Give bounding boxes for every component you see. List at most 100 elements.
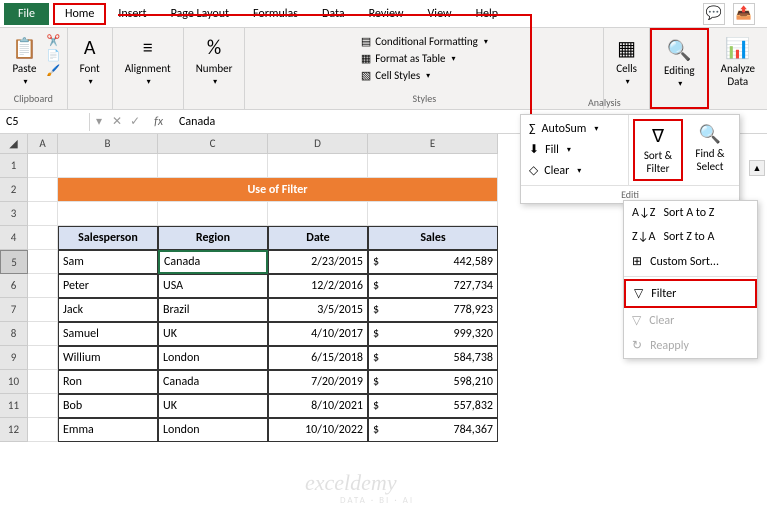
cell[interactable]	[28, 226, 58, 250]
col-header[interactable]: D	[268, 134, 368, 154]
table-cell[interactable]: Willium	[58, 346, 158, 370]
editing-button[interactable]: 🔍 Editing ▾	[658, 36, 701, 91]
share-icon[interactable]: 📤	[733, 3, 755, 25]
col-header[interactable]: C	[158, 134, 268, 154]
cell[interactable]	[28, 346, 58, 370]
alignment-button[interactable]: ≡ Alignment ▾	[119, 34, 177, 89]
table-cell[interactable]: 2/23/2015	[268, 250, 368, 274]
table-cell[interactable]: 6/15/2018	[268, 346, 368, 370]
table-cell[interactable]: Canada	[158, 370, 268, 394]
analyze-data-button[interactable]: 📊 Analyze Data	[715, 34, 761, 90]
row-header[interactable]: 5	[0, 250, 28, 274]
cell[interactable]	[368, 202, 498, 226]
custom-sort-item[interactable]: ⊞Custom Sort...	[624, 249, 757, 274]
table-cell[interactable]: UK	[158, 322, 268, 346]
cell[interactable]	[28, 418, 58, 442]
table-cell[interactable]: $598,210	[368, 370, 498, 394]
row-header[interactable]: 8	[0, 322, 28, 346]
cell[interactable]	[268, 202, 368, 226]
conditional-formatting-button[interactable]: ▤Conditional Formatting▾	[357, 34, 492, 49]
cancel-icon[interactable]: ✕	[108, 114, 126, 129]
formula-input[interactable]: Canada	[173, 113, 221, 131]
cells-button[interactable]: ▦ Cells ▾	[610, 34, 643, 89]
row-header[interactable]: 12	[0, 418, 28, 442]
table-cell[interactable]: 12/2/2016	[268, 274, 368, 298]
row-header[interactable]: 9	[0, 346, 28, 370]
find-select-button[interactable]: 🔍 Find & Select	[685, 119, 735, 181]
cell[interactable]	[28, 178, 58, 202]
row-header[interactable]: 11	[0, 394, 28, 418]
copy-icon[interactable]: 📄	[47, 49, 61, 62]
cut-icon[interactable]: ✂️	[47, 34, 61, 47]
table-cell[interactable]: $557,832	[368, 394, 498, 418]
table-cell[interactable]: $784,367	[368, 418, 498, 442]
table-header[interactable]: Salesperson	[58, 226, 158, 250]
table-cell[interactable]: Ron	[58, 370, 158, 394]
comments-icon[interactable]: 💬	[703, 3, 725, 25]
table-cell[interactable]: 3/5/2015	[268, 298, 368, 322]
row-header[interactable]: 10	[0, 370, 28, 394]
sort-filter-button[interactable]: ᐁ Sort & Filter	[633, 119, 683, 181]
table-cell[interactable]: Emma	[58, 418, 158, 442]
fx-icon[interactable]: fx	[144, 115, 173, 129]
row-header[interactable]: 2	[0, 178, 28, 202]
table-cell[interactable]: 10/10/2022	[268, 418, 368, 442]
table-cell[interactable]: USA	[158, 274, 268, 298]
format-as-table-button[interactable]: ▦Format as Table▾	[357, 51, 492, 66]
row-header[interactable]: 7	[0, 298, 28, 322]
cell[interactable]	[28, 394, 58, 418]
cell[interactable]	[28, 274, 58, 298]
select-all-corner[interactable]: ◢	[0, 134, 28, 154]
table-cell[interactable]: Samuel	[58, 322, 158, 346]
table-cell[interactable]: $584,738	[368, 346, 498, 370]
col-header[interactable]: B	[58, 134, 158, 154]
cell[interactable]	[268, 154, 368, 178]
selected-cell[interactable]: Canada	[158, 250, 268, 274]
col-header[interactable]: A	[28, 134, 58, 154]
cell[interactable]	[158, 202, 268, 226]
table-cell[interactable]: UK	[158, 394, 268, 418]
cell[interactable]	[28, 154, 58, 178]
file-tab[interactable]: File	[4, 3, 49, 25]
table-header[interactable]: Date	[268, 226, 368, 250]
cell[interactable]	[28, 298, 58, 322]
autosum-button[interactable]: ∑AutoSum▾	[525, 119, 624, 139]
table-cell[interactable]: $999,320	[368, 322, 498, 346]
col-header[interactable]: E	[368, 134, 498, 154]
cell[interactable]	[368, 154, 498, 178]
table-header[interactable]: Sales	[368, 226, 498, 250]
row-header[interactable]: 3	[0, 202, 28, 226]
cell[interactable]	[28, 202, 58, 226]
table-cell[interactable]: $778,923	[368, 298, 498, 322]
font-button[interactable]: A Font ▾	[74, 34, 106, 89]
enter-icon[interactable]: ✓	[126, 114, 144, 129]
sort-az-item[interactable]: A↓ZSort A to Z	[624, 201, 757, 225]
cell[interactable]	[58, 154, 158, 178]
row-header[interactable]: 6	[0, 274, 28, 298]
table-cell[interactable]: 7/20/2019	[268, 370, 368, 394]
table-cell[interactable]: Bob	[58, 394, 158, 418]
name-box[interactable]: C5	[0, 113, 90, 131]
table-cell[interactable]: Brazil	[158, 298, 268, 322]
paste-button[interactable]: 📋 Paste ▾	[6, 34, 43, 89]
filter-item[interactable]: ▽Filter	[624, 279, 757, 308]
cell[interactable]	[58, 202, 158, 226]
table-cell[interactable]: Jack	[58, 298, 158, 322]
dropdown-icon[interactable]: ▾	[90, 114, 108, 129]
table-cell[interactable]: $727,734	[368, 274, 498, 298]
cell[interactable]	[158, 154, 268, 178]
table-cell[interactable]: Peter	[58, 274, 158, 298]
home-tab[interactable]: Home	[53, 3, 106, 25]
clear-button[interactable]: ◇Clear▾	[525, 160, 624, 181]
title-cell[interactable]: Use of Filter	[58, 178, 498, 202]
row-header[interactable]: 1	[0, 154, 28, 178]
number-button[interactable]: % Number ▾	[190, 34, 239, 89]
cell[interactable]	[28, 250, 58, 274]
table-cell[interactable]: London	[158, 346, 268, 370]
table-cell[interactable]: London	[158, 418, 268, 442]
format-painter-icon[interactable]: 🖌️	[47, 64, 61, 77]
table-cell[interactable]: 4/10/2017	[268, 322, 368, 346]
cell[interactable]	[28, 322, 58, 346]
cell-styles-button[interactable]: ▧Cell Styles▾	[357, 68, 492, 83]
table-cell[interactable]: 8/10/2021	[268, 394, 368, 418]
